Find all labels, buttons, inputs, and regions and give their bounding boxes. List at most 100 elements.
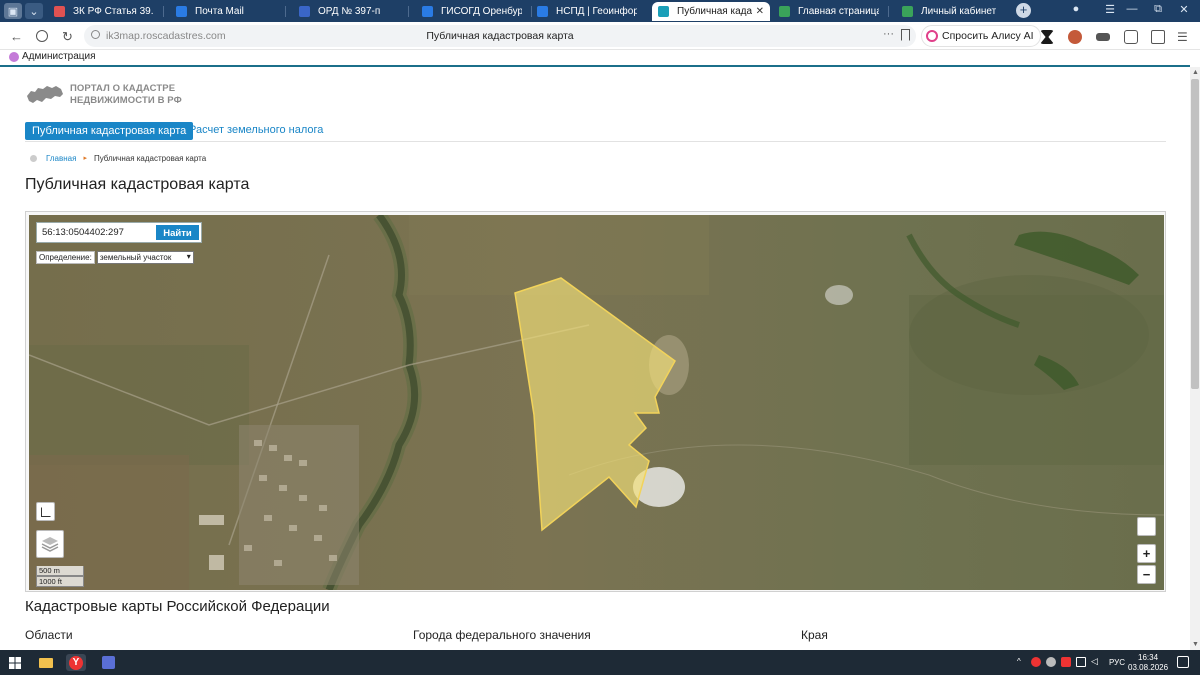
page-top-accent-line: [0, 65, 1190, 67]
tray-antivirus-icon[interactable]: [1061, 657, 1071, 667]
scroll-thumb[interactable]: [1191, 79, 1199, 389]
tabs-dropdown-icon[interactable]: ⌄: [25, 3, 43, 19]
tab-favicon-icon: [779, 6, 790, 17]
extension-2-icon[interactable]: [1068, 30, 1082, 44]
scroll-up-icon[interactable]: ▲: [1192, 69, 1199, 76]
ask-alice-label: Спросить Алису AI: [942, 30, 1034, 42]
find-button[interactable]: Найти: [155, 224, 200, 241]
nav-tab-public-map[interactable]: Публичная кадастровая карта: [25, 122, 194, 140]
zoom-out-button[interactable]: −: [1137, 565, 1156, 584]
cadastral-search: Найти: [36, 222, 202, 243]
tray-yandex-icon[interactable]: [1031, 657, 1041, 667]
cadastral-map[interactable]: Найти Определение: земельный участок ▾ 5…: [29, 215, 1164, 590]
fullscreen-button[interactable]: [1137, 517, 1156, 536]
bookmark-icon[interactable]: [901, 29, 910, 41]
browser-tab[interactable]: ЗК РФ Статья 39.12. Про: [48, 2, 160, 21]
page-title-in-bar: Публичная кадастровая карта: [426, 30, 574, 42]
start-button[interactable]: [8, 654, 22, 671]
browser-tab[interactable]: ГИСОГД Оренбургской: [416, 2, 528, 21]
collections-icon[interactable]: [1151, 30, 1165, 44]
tab-label: Главная страница: [798, 6, 879, 17]
ask-alice-button[interactable]: Спросить Алису AI: [921, 25, 1041, 47]
minimize-icon[interactable]: —: [1122, 3, 1142, 15]
regions-column-title[interactable]: Области: [25, 628, 73, 642]
close-tab-icon[interactable]: ✕: [752, 6, 764, 17]
address-bar: ← ↻ ik3map.roscadastres.com Публичная ка…: [0, 22, 1200, 50]
extension-3-icon[interactable]: [1096, 33, 1110, 41]
menu-icon[interactable]: ☰: [1177, 30, 1191, 44]
cadastral-number-input[interactable]: [37, 223, 153, 242]
tab-label: Публичная кадастров: [677, 6, 752, 17]
scale-imperial: 1000 ft: [36, 576, 84, 587]
tray-network-icon[interactable]: [1076, 657, 1086, 667]
close-window-icon[interactable]: ✕: [1174, 3, 1194, 16]
new-tab-button[interactable]: +: [1016, 3, 1031, 18]
taskbar-clock[interactable]: 16:34 03.08.2026: [1128, 653, 1168, 673]
scale-bar: 500 m 1000 ft: [36, 566, 84, 587]
satellite-imagery: [29, 215, 1164, 590]
page-scrollbar[interactable]: ▲ ▼: [1190, 67, 1200, 650]
folder-icon: [39, 657, 53, 668]
bookmark-favicon-icon: [9, 51, 19, 62]
tray-app-icon[interactable]: [1046, 657, 1056, 667]
federal-cities-column-title[interactable]: Города федерального значения: [413, 628, 591, 642]
file-explorer-button[interactable]: [38, 654, 54, 671]
select-area-button[interactable]: [36, 502, 55, 521]
clock-time: 16:34: [1138, 653, 1159, 662]
breadcrumb-home-link[interactable]: Главная: [46, 154, 76, 163]
bookmark-item[interactable]: Администрация: [9, 51, 96, 62]
definition-select[interactable]: земельный участок ▾: [96, 251, 194, 264]
browser-tab[interactable]: НСПД | Геоинформаци: [531, 2, 643, 21]
profile-icon[interactable]: ●: [1066, 3, 1086, 15]
browser-tab[interactable]: Главная страница: [773, 2, 885, 21]
bookmarks-manager-icon[interactable]: ☰: [1100, 3, 1120, 16]
scale-metric: 500 m: [36, 566, 84, 576]
more-icon[interactable]: ···: [883, 28, 894, 40]
yandex-browser-icon: Y: [69, 655, 83, 670]
clock-date: 03.08.2026: [1128, 663, 1169, 672]
logo-text-line1: ПОРТАЛ О КАДАСТРЕ: [70, 83, 176, 94]
tab-label: ЗК РФ Статья 39.12. Про: [73, 6, 154, 17]
browser-tab[interactable]: Почта Mail: [170, 2, 282, 21]
tab-panel-icon[interactable]: ▣: [4, 3, 22, 19]
bookmarks-bar: Администрация: [0, 50, 1200, 65]
layers-button[interactable]: [36, 530, 64, 558]
nav-tab-land-tax[interactable]: Расчет земельного налога: [189, 124, 323, 136]
tab-label: ОРД № 397-п: [318, 6, 381, 17]
location-pin-icon: [30, 154, 37, 162]
scroll-down-icon[interactable]: ▼: [1192, 641, 1199, 648]
restore-icon[interactable]: ⧉: [1148, 3, 1168, 16]
tab-favicon-icon: [422, 6, 433, 17]
tray-expand-icon[interactable]: ^: [1017, 657, 1027, 667]
definition-label: Определение:: [36, 251, 95, 264]
tab-favicon-icon: [902, 6, 913, 17]
tab-label: НСПД | Геоинформаци: [556, 6, 637, 17]
site-logo[interactable]: ПОРТАЛ О КАДАСТРЕ НЕДВИЖИМОСТИ В РФ: [25, 80, 225, 110]
browser-tab[interactable]: Личный кабинет: [896, 2, 1008, 21]
breadcrumb: Главная ▸ Публичная кадастровая карта: [30, 152, 206, 164]
reload-icon[interactable]: ↻: [62, 29, 73, 45]
browser-tab[interactable]: ОРД № 397-п: [293, 2, 405, 21]
url-field[interactable]: ik3map.roscadastres.com Публичная кадаст…: [84, 25, 916, 47]
save-app-icon: [101, 656, 115, 669]
bookmark-label: Администрация: [22, 51, 96, 62]
zoom-in-button[interactable]: +: [1137, 544, 1156, 563]
extensions-puzzle-icon[interactable]: [1124, 30, 1138, 44]
krais-column-title[interactable]: Края: [801, 628, 828, 642]
select-area-icon: [40, 506, 51, 517]
chevron-down-icon: ▾: [186, 252, 191, 261]
definition-row: Определение: земельный участок ▾: [36, 251, 194, 264]
logo-text-line2: НЕДВИЖИМОСТИ В РФ: [70, 95, 182, 106]
app-taskbar-button[interactable]: [100, 654, 116, 671]
input-language[interactable]: РУС: [1109, 658, 1125, 667]
tray-volume-icon[interactable]: ◁: [1091, 656, 1101, 666]
section-title: Кадастровые карты Российской Федерации: [25, 598, 330, 615]
tab-separator: [163, 6, 164, 17]
back-icon[interactable]: ←: [10, 29, 23, 44]
yandex-reader-icon[interactable]: [36, 30, 48, 42]
page-title: Публичная кадастровая карта: [25, 176, 250, 193]
notifications-icon[interactable]: [1177, 656, 1189, 668]
breadcrumb-current: Публичная кадастровая карта: [93, 153, 207, 163]
yandex-browser-taskbar-button[interactable]: Y: [66, 654, 86, 671]
browser-tab[interactable]: Публичная кадастров✕: [652, 2, 770, 21]
